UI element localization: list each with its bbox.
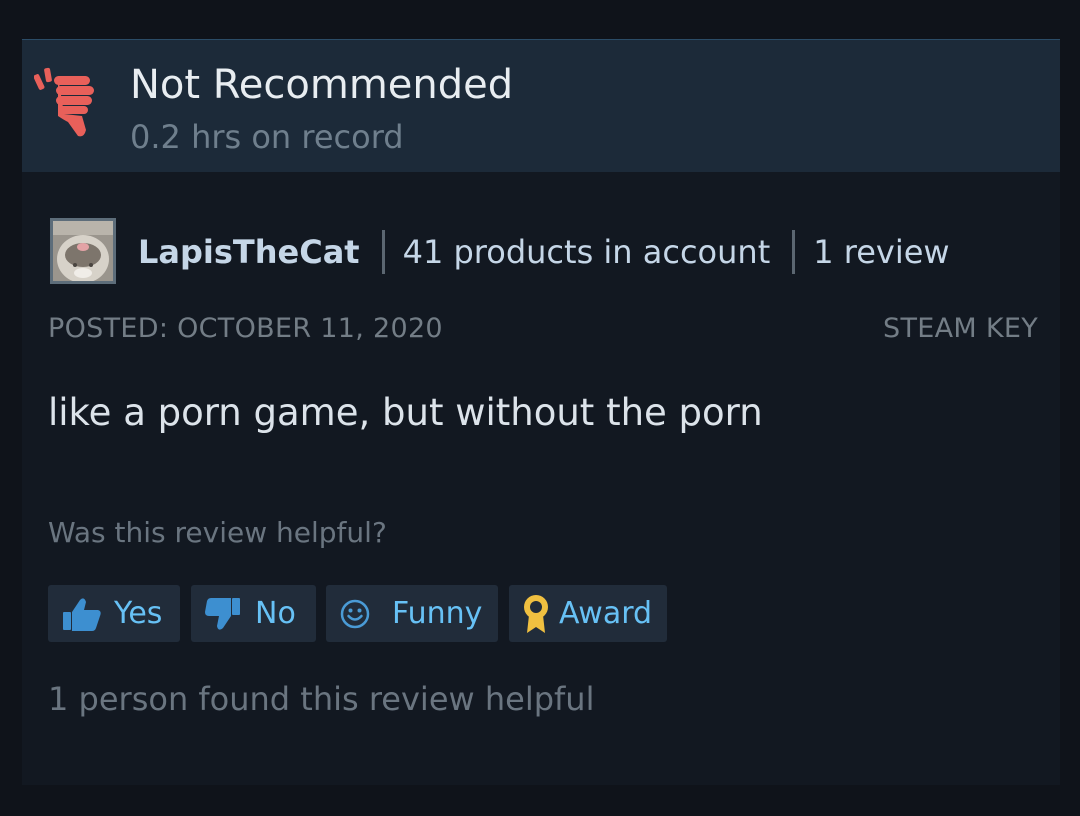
funny-label: Funny [392,596,483,631]
thumbs-down-icon [33,64,104,138]
helpful-question: Was this review helpful? [48,516,387,549]
products-in-account[interactable]: 41 products in account [403,233,771,271]
yes-button[interactable]: Yes [48,585,180,642]
no-label: No [255,596,296,631]
helpful-count: 1 person found this review helpful [48,680,595,718]
posted-date: POSTED: OCTOBER 11, 2020 [48,313,443,344]
award-icon [521,593,551,635]
author-name[interactable]: LapisTheCat [138,233,360,271]
author-row: LapisTheCat 41 products in account 1 rev… [138,229,950,275]
thumbs-down-icon [205,596,241,632]
no-button[interactable]: No [191,585,316,642]
avatar[interactable] [50,218,116,284]
divider [381,230,385,274]
award-button[interactable]: Award [509,585,667,642]
hours-on-record: 0.2 hrs on record [130,118,404,156]
recommendation-title: Not Recommended [130,62,514,108]
award-label: Award [559,596,653,631]
funny-button[interactable]: Funny [326,585,498,642]
review-header: Not Recommended 0.2 hrs on record [22,39,1060,172]
yes-label: Yes [114,596,163,631]
review-text: like a porn game, but without the porn [48,391,763,434]
review-count[interactable]: 1 review [813,233,949,271]
thumbs-up-icon [62,596,102,632]
divider [792,230,796,274]
smiley-icon [340,599,370,629]
product-source: STEAM KEY [883,313,1038,344]
review-card: Not Recommended 0.2 hrs on record LapisT… [22,39,1060,785]
